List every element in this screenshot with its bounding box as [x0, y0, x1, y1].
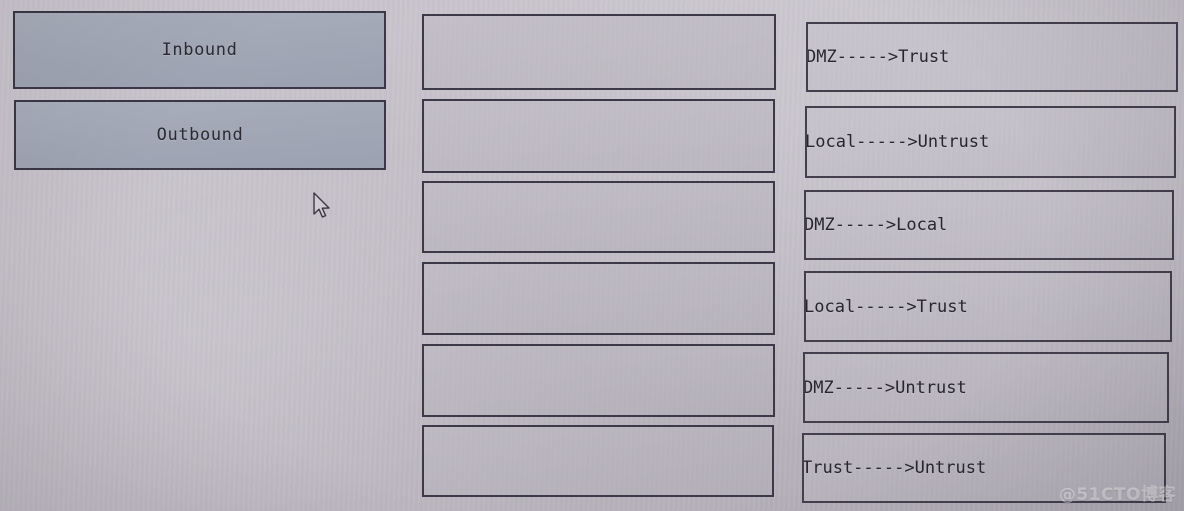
option-card-inbound[interactable]: Inbound	[13, 11, 386, 89]
zone-pair-label: Trust----->Untrust	[802, 458, 987, 478]
answer-slot-2[interactable]	[422, 99, 775, 173]
zone-pair-item-4[interactable]: Local----->Trust	[804, 271, 1172, 342]
zone-pair-label: Local----->Untrust	[805, 132, 990, 152]
mouse-cursor-arrow-icon	[312, 192, 332, 220]
zone-pair-label: DMZ----->Trust	[806, 47, 950, 67]
answer-slot-5[interactable]	[422, 344, 775, 417]
zone-pair-label: DMZ----->Local	[804, 215, 948, 235]
zone-pair-label: DMZ----->Untrust	[803, 377, 967, 398]
exercise-canvas: Inbound Outbound DMZ----->Trust Local---…	[0, 0, 1184, 511]
answer-slot-6[interactable]	[422, 425, 774, 497]
answer-slot-1[interactable]	[422, 14, 776, 90]
option-card-label: Inbound	[161, 40, 238, 60]
answer-slot-4[interactable]	[422, 262, 775, 335]
option-card-outbound[interactable]: Outbound	[14, 100, 386, 170]
site-watermark: @51CTO博客	[1058, 485, 1176, 505]
zone-pair-item-1[interactable]: DMZ----->Trust	[806, 22, 1178, 92]
zone-pair-label: Local----->Trust	[804, 296, 968, 317]
answer-slot-3[interactable]	[422, 181, 775, 253]
zone-pair-item-5[interactable]: DMZ----->Untrust	[803, 352, 1169, 423]
zone-pair-item-3[interactable]: DMZ----->Local	[804, 190, 1174, 260]
zone-pair-item-2[interactable]: Local----->Untrust	[805, 106, 1176, 178]
option-card-label: Outbound	[156, 125, 244, 145]
